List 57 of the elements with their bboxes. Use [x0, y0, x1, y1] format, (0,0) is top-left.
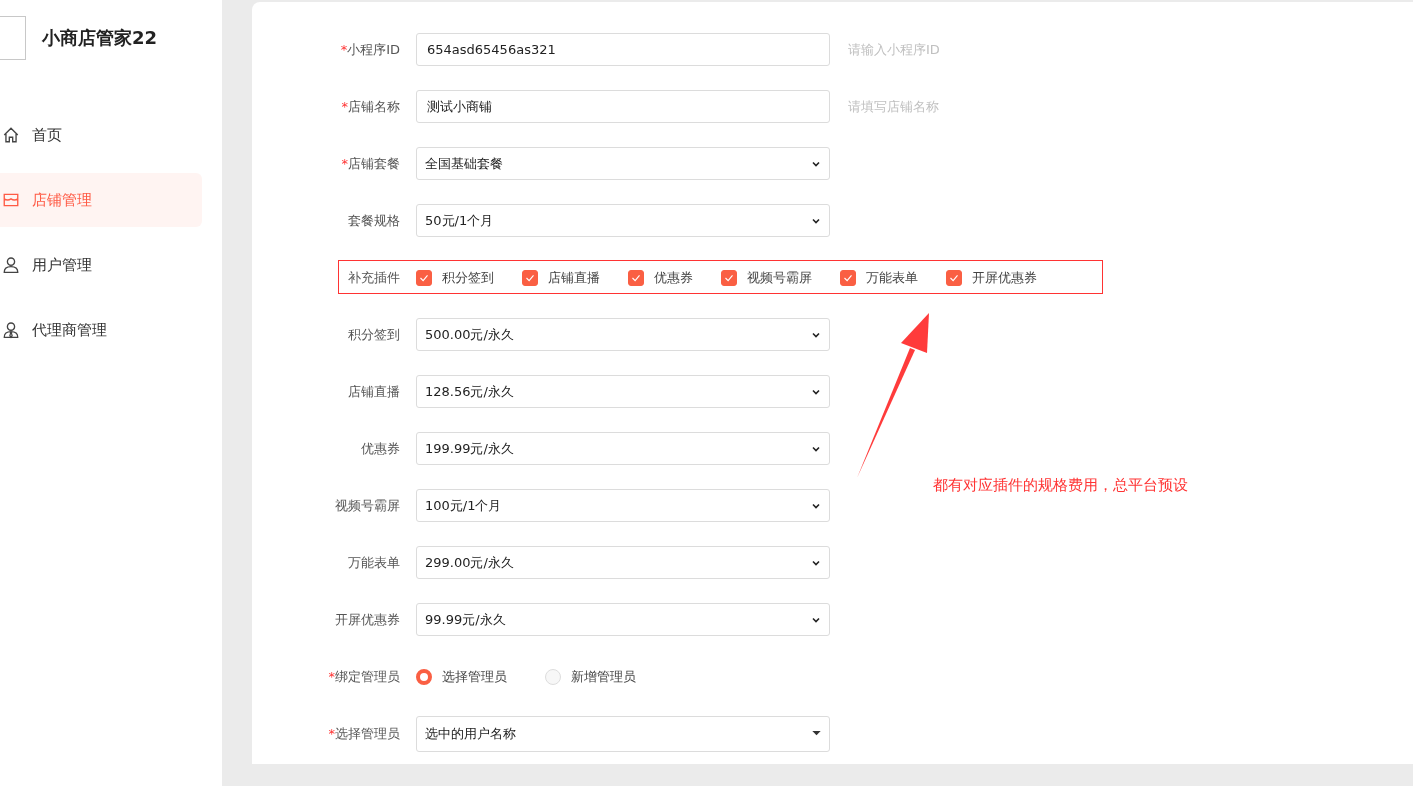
field-label: 开屏优惠券	[335, 611, 400, 627]
field-label: 补充插件	[348, 269, 400, 285]
required-mark: *	[328, 668, 335, 684]
select-field[interactable]: 99.99元/永久	[416, 603, 830, 636]
select-field[interactable]: 199.99元/永久	[416, 432, 830, 465]
required-mark: *	[341, 155, 348, 171]
radio-label: 选择管理员	[442, 667, 507, 686]
hint-text: 请填写店铺名称	[848, 97, 939, 116]
sidebar-item[interactable]: 代理商管理	[0, 303, 202, 357]
field-label: 万能表单	[348, 554, 400, 570]
field-label: 店铺套餐	[348, 155, 400, 171]
field-label: 优惠券	[361, 440, 400, 456]
app-title: 小商店管家22	[42, 26, 158, 50]
sidebar-item[interactable]: 首页	[0, 108, 202, 162]
checkbox-label: 视频号霸屏	[747, 268, 812, 287]
user-icon	[2, 256, 20, 274]
checkbox[interactable]	[946, 269, 962, 286]
select-field[interactable]: 100元/1个月	[416, 489, 830, 522]
checkbox[interactable]	[840, 269, 856, 286]
hint-text: 请输入小程序ID	[848, 40, 940, 59]
field-label: 店铺名称	[348, 98, 400, 114]
select-field[interactable]: 299.00元/永久	[416, 546, 830, 579]
checkbox[interactable]	[522, 269, 538, 286]
required-mark: *	[328, 725, 335, 741]
home-icon	[2, 126, 20, 144]
logo-placeholder	[0, 16, 26, 60]
checkbox-label: 店铺直播	[548, 268, 600, 287]
text-input[interactable]: 测试小商铺	[416, 90, 830, 123]
checkbox-label: 积分签到	[442, 268, 494, 287]
required-mark: *	[341, 98, 348, 114]
select-field[interactable]: 500.00元/永久	[416, 318, 830, 351]
select-field[interactable]: 128.56元/永久	[416, 375, 830, 408]
required-mark: *	[340, 41, 348, 57]
dropdown-field[interactable]: 选中的用户名称	[416, 715, 830, 752]
field-label: 套餐规格	[348, 212, 400, 228]
store-icon	[2, 191, 20, 209]
field-label: 视频号霸屏	[335, 497, 400, 513]
field-label: 店铺直播	[348, 383, 400, 399]
checkbox-label: 优惠券	[654, 268, 693, 287]
radio-button[interactable]	[416, 668, 432, 685]
annotation-text: 都有对应插件的规格费用，总平台预设	[933, 476, 1188, 495]
checkbox[interactable]	[416, 269, 432, 286]
select-field[interactable]: 全国基础套餐	[416, 147, 830, 180]
field-label: 选择管理员	[335, 725, 400, 741]
caret-icon	[812, 731, 821, 736]
radio-label: 新增管理员	[571, 667, 636, 686]
text-input[interactable]: 654asd65456as321	[416, 33, 830, 66]
checkbox[interactable]	[628, 269, 644, 286]
agent-icon	[2, 321, 20, 339]
select-field[interactable]: 50元/1个月	[416, 204, 830, 237]
field-label: 积分签到	[348, 326, 400, 342]
field-label: 小程序ID	[347, 41, 400, 57]
checkbox-label: 万能表单	[866, 268, 918, 287]
checkbox[interactable]	[721, 269, 737, 286]
field-label: 绑定管理员	[335, 668, 400, 684]
sidebar-item[interactable]: 用户管理	[0, 238, 202, 292]
checkbox-label: 开屏优惠券	[972, 268, 1037, 287]
